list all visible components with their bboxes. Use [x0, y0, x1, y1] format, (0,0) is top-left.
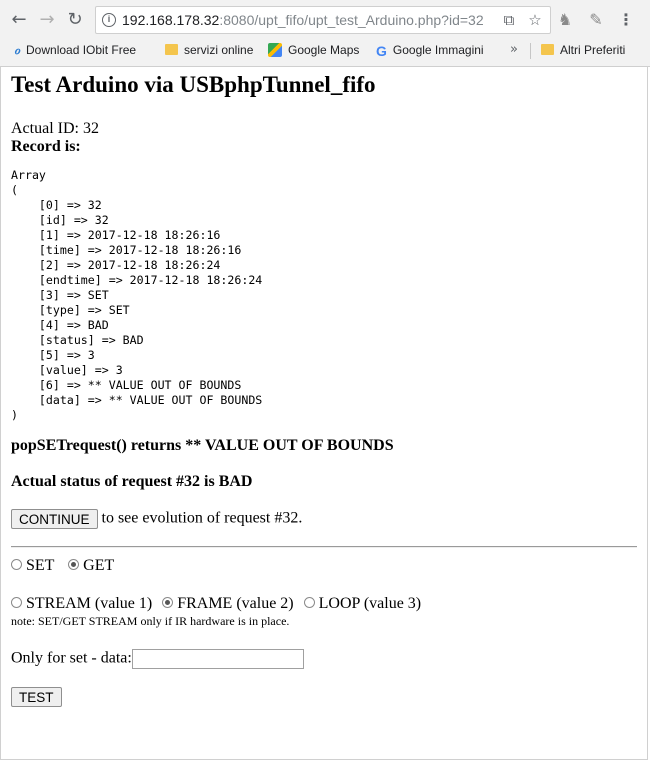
radio-frame-label: FRAME (value 2): [177, 595, 294, 612]
folder-icon: [541, 44, 554, 56]
pop-result: popSETrequest() returns ** VALUE OUT OF …: [11, 437, 394, 454]
actual-id: Actual ID: 32: [11, 120, 99, 137]
note-text: note: SET/GET STREAM only if IR hardware…: [11, 614, 290, 628]
folder-icon: [165, 44, 178, 56]
bookmarks-separator: [530, 43, 531, 59]
radio-set-label: SET: [26, 557, 55, 574]
bookmark-iobit[interactable]: ℴ Download IObit Free: [14, 40, 152, 60]
bookmark-star-icon[interactable]: ☆: [524, 7, 546, 33]
forward-icon[interactable]: →: [36, 9, 58, 31]
extension-icon-2[interactable]: ✎: [584, 8, 608, 32]
reload-icon[interactable]: ↻: [64, 9, 86, 31]
bookmark-servizi-online[interactable]: servizi online: [165, 40, 253, 60]
address-bar[interactable]: i 192.168.178.32:8080/upt_fifo/upt_test_…: [95, 6, 551, 34]
browser-chrome: ← → ↻ i 192.168.178.32:8080/upt_fifo/upt…: [0, 0, 650, 67]
extension-icon[interactable]: ♞: [553, 8, 577, 32]
bookmark-google-immagini[interactable]: G Google Immagini: [376, 40, 484, 60]
info-icon[interactable]: i: [102, 13, 116, 27]
bookmark-google-maps[interactable]: Google Maps: [268, 40, 359, 60]
iobit-icon: ℴ: [14, 42, 21, 58]
radio-stream[interactable]: [11, 596, 22, 608]
menu-icon[interactable]: ⋮: [614, 8, 638, 32]
translate-icon[interactable]: ⧉: [498, 7, 520, 33]
status-line: Actual status of request #32 is BAD: [11, 473, 253, 490]
back-icon[interactable]: ←: [8, 9, 30, 31]
bookmark-altri-preferiti[interactable]: Altri Preferiti: [541, 40, 625, 60]
divider: [11, 546, 637, 548]
radio-get-label: GET: [83, 557, 115, 574]
url-text[interactable]: 192.168.178.32:8080/upt_fifo/upt_test_Ar…: [122, 7, 484, 33]
radio-get[interactable]: [68, 558, 80, 570]
test-row: TEST: [11, 687, 62, 707]
bookmark-label: Altri Preferiti: [560, 43, 626, 57]
test-button[interactable]: TEST: [11, 687, 62, 707]
continue-button[interactable]: CONTINUE: [11, 509, 98, 529]
type-radio-group: SET GET: [11, 557, 114, 575]
radio-loop[interactable]: [303, 596, 315, 608]
browser-toolbar: ← → ↻ i 192.168.178.32:8080/upt_fifo/upt…: [0, 0, 650, 40]
radio-stream-label: STREAM (value 1): [26, 595, 153, 612]
more-bookmarks-icon[interactable]: »: [510, 40, 518, 60]
data-input[interactable]: [131, 649, 304, 669]
continue-description: to see evolution of request #32.: [97, 509, 303, 527]
radio-loop-label: LOOP (value 3): [318, 595, 422, 612]
google-icon: G: [376, 42, 387, 59]
bookmark-label: servizi online: [184, 43, 254, 57]
url-path: :8080/upt_fifo/upt_test_Arduino.php?id=3…: [219, 12, 484, 28]
mode-radio-group: STREAM (value 1) FRAME (value 2) LOOP (v…: [11, 595, 421, 613]
bookmark-label: Download IObit Free: [26, 43, 137, 57]
record-label: Record is:: [11, 138, 81, 155]
radio-set[interactable]: [11, 558, 22, 570]
url-host: 192.168.178.32: [122, 12, 220, 28]
data-label: Only for set - data:: [11, 649, 132, 667]
data-row: Only for set - data:: [11, 649, 304, 669]
bookmark-label: Google Immagini: [392, 43, 484, 57]
radio-frame[interactable]: [162, 596, 174, 608]
page-title: Test Arduino via USBphpTunnel_fifo: [11, 72, 376, 97]
bookmarks-bar: ℴ Download IObit Free servizi online Goog…: [0, 40, 650, 66]
bookmark-label: Google Maps: [288, 43, 360, 57]
record-dump: Array ( [0] => 32 [id] => 32 [1] => 2017…: [11, 168, 263, 422]
google-maps-icon: [268, 42, 282, 57]
continue-row: CONTINUE to see evolution of request #32…: [11, 509, 302, 529]
